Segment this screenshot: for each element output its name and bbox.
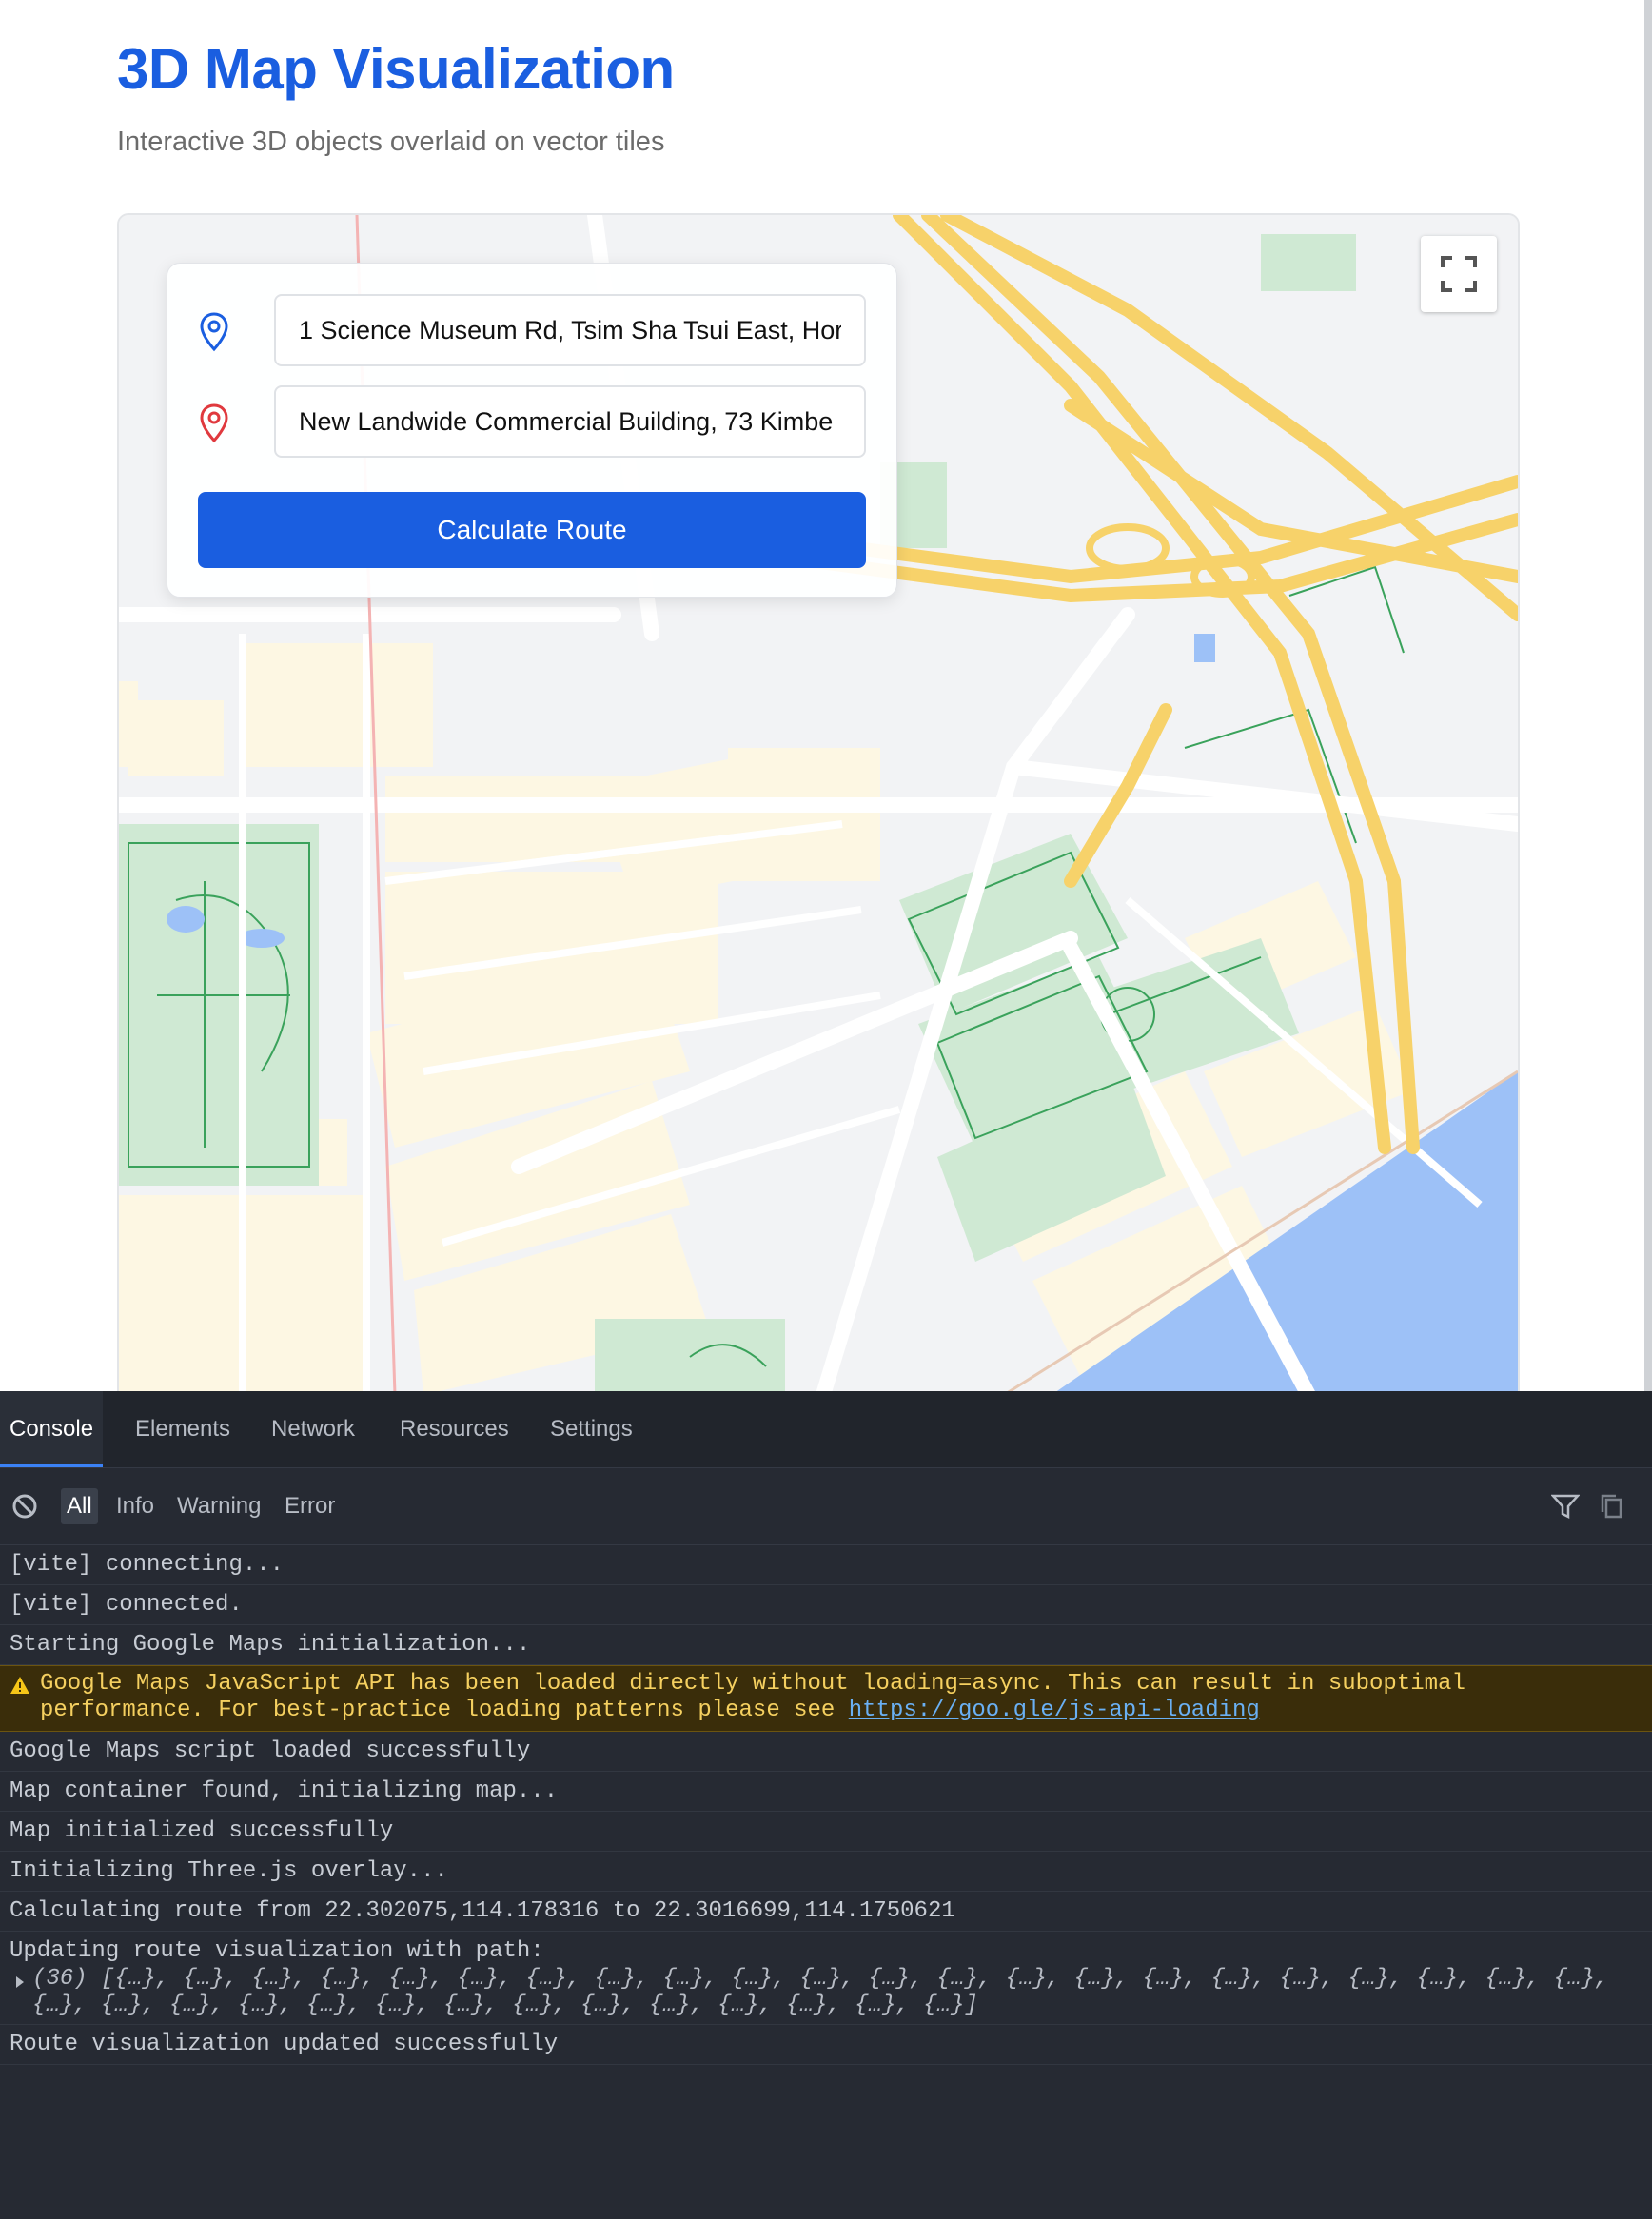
filter-info[interactable]: Info	[116, 1488, 154, 1524]
log-array-preview-line2: {…}, {…}, {…}, {…}, {…}, {…}, {…}, {…}, …	[32, 1993, 978, 2018]
log-entry: Map initialized successfully	[0, 1812, 1652, 1852]
log-warning-entry: Google Maps JavaScript API has been load…	[0, 1665, 1652, 1732]
page-scrollbar[interactable]	[1644, 0, 1652, 1391]
filter-funnel-icon[interactable]	[1551, 1493, 1580, 1520]
origin-row	[198, 294, 866, 370]
log-entry: Initializing Three.js overlay...	[0, 1852, 1652, 1892]
devtools-tabs: Console Elements Network Resources Setti…	[0, 1391, 1652, 1468]
tab-settings[interactable]: Settings	[550, 1391, 633, 1467]
page-title: 3D Map Visualization	[117, 37, 675, 101]
log-entry: Route visualization updated successfully	[0, 2025, 1652, 2065]
log-entry: Calculating route from 22.302075,114.178…	[0, 1892, 1652, 1932]
warning-icon	[10, 1677, 30, 1694]
log-entry: Starting Google Maps initialization...	[0, 1625, 1652, 1665]
log-entry: [vite] connecting...	[0, 1545, 1652, 1585]
log-entry-array: Updating route visualization with path: …	[0, 1932, 1652, 2025]
origin-pin-icon	[200, 312, 228, 352]
route-panel: Calculate Route	[167, 263, 897, 598]
warning-doc-link[interactable]: https://goo.gle/js-api-loading	[849, 1698, 1260, 1723]
log-array-preview-line1[interactable]: (36) [{…}, {…}, {…}, {…}, {…}, {…}, {…},…	[32, 1966, 1608, 1993]
calculate-route-button[interactable]: Calculate Route	[198, 492, 866, 568]
filter-all[interactable]: All	[61, 1488, 98, 1524]
expand-triangle-icon[interactable]	[15, 1975, 25, 1989]
warning-text-line1: Google Maps JavaScript API has been load…	[40, 1671, 1465, 1697]
filter-error[interactable]: Error	[285, 1488, 335, 1524]
log-entry: [vite] connected.	[0, 1585, 1652, 1625]
map-container[interactable]: Calculate Route	[117, 213, 1520, 1395]
destination-input[interactable]	[274, 385, 866, 458]
destination-pin-icon	[200, 403, 228, 443]
warning-text-line2: performance. For best-practice loading p…	[40, 1697, 1260, 1725]
clear-console-icon[interactable]	[11, 1493, 38, 1520]
devtools-panel: Console Elements Network Resources Setti…	[0, 1391, 1652, 2219]
destination-row	[198, 385, 866, 461]
log-entry: Map container found, initializing map...	[0, 1772, 1652, 1812]
filter-warning[interactable]: Warning	[177, 1488, 261, 1524]
log-entry: Google Maps script loaded successfully	[0, 1732, 1652, 1772]
page-subtitle: Interactive 3D objects overlaid on vecto…	[117, 127, 665, 157]
warning-text-line2-content: performance. For best-practice loading p…	[40, 1698, 849, 1723]
copy-icon[interactable]	[1599, 1493, 1623, 1520]
console-filter-bar: All Info Warning Error	[0, 1468, 1652, 1545]
tab-elements[interactable]: Elements	[135, 1391, 230, 1467]
origin-input[interactable]	[274, 294, 866, 366]
tab-resources[interactable]: Resources	[400, 1391, 509, 1467]
fullscreen-button[interactable]	[1421, 236, 1497, 312]
tab-console[interactable]: Console	[0, 1391, 104, 1467]
tab-network[interactable]: Network	[271, 1391, 355, 1467]
fullscreen-icon	[1441, 256, 1477, 292]
log-array-label: Updating route visualization with path:	[10, 1938, 544, 1964]
